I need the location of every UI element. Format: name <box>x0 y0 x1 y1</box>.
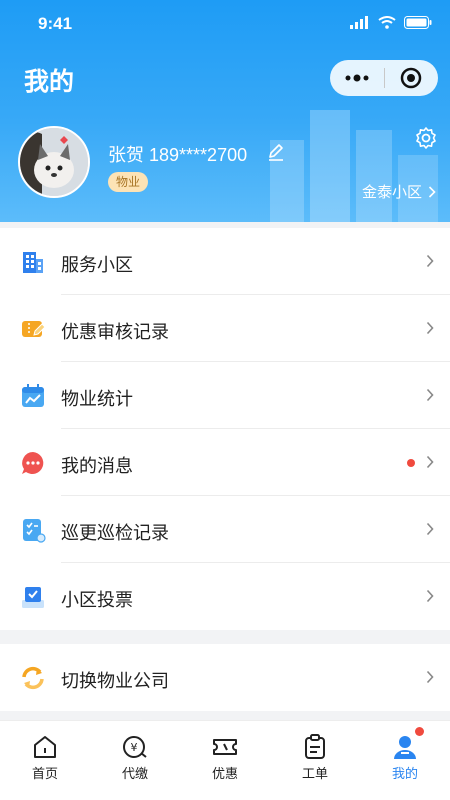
menu-item-property-statistics[interactable]: 物业统计 <box>0 362 450 429</box>
menu-item-discount-review[interactable]: 优惠审核记录 <box>0 295 450 362</box>
tab-label: 工单 <box>301 766 328 781</box>
chevron-right-icon <box>426 455 434 469</box>
calendar-chart-icon <box>22 384 44 407</box>
clipboard-icon <box>305 734 325 759</box>
tab-label: 代缴 <box>121 766 148 781</box>
switch-icon <box>22 666 44 690</box>
target-icon <box>401 67 422 89</box>
status-icons <box>350 16 432 29</box>
tab-work-order[interactable]: 工单 <box>270 721 360 800</box>
user-name-phone: 张贺 189****2700 <box>108 145 248 165</box>
chevron-right-icon <box>426 522 434 536</box>
menu-item-label: 我的消息 <box>61 456 133 476</box>
community-name: 金泰小区 <box>361 184 422 201</box>
chevron-right-icon <box>426 589 434 603</box>
unread-dot <box>407 459 415 467</box>
ticket-icon <box>213 739 237 755</box>
status-time: 9:41 <box>38 14 73 33</box>
role-badge: 物业 <box>108 172 149 192</box>
chevron-right-icon <box>426 321 434 335</box>
tab-discount[interactable]: 优惠 <box>180 721 270 800</box>
tab-badge-dot <box>415 727 424 736</box>
message-icon <box>22 452 44 474</box>
home-icon <box>34 736 56 758</box>
tab-home[interactable]: 首页 <box>0 721 90 800</box>
menu-item-community-vote[interactable]: 小区投票 <box>0 563 450 630</box>
menu-item-service-community[interactable]: 服务小区 <box>0 228 450 295</box>
tab-label: 优惠 <box>211 766 238 781</box>
gear-icon <box>416 127 436 149</box>
menu-item-patrol-records[interactable]: 巡更巡检记录 <box>0 496 450 563</box>
menu-item-label: 巡更巡检记录 <box>61 523 169 543</box>
menu-item-label: 小区投票 <box>61 590 133 610</box>
payment-icon: ¥ <box>123 736 147 758</box>
buildings-illustration <box>270 110 438 222</box>
wifi-icon <box>378 16 396 29</box>
miniprogram-capsule <box>330 60 438 96</box>
menu-list: 服务小区 优惠审核记录 物业统计 我的消息 巡更巡检记录 小区投票 <box>0 228 450 630</box>
tab-profile[interactable]: 我的 <box>360 721 450 800</box>
building-icon <box>23 252 43 273</box>
tab-label: 我的 <box>391 766 418 781</box>
menu-item-label: 切换物业公司 <box>61 671 169 691</box>
more-dots-icon <box>345 74 369 82</box>
svg-text:¥: ¥ <box>131 741 138 754</box>
menu-item-my-messages[interactable]: 我的消息 <box>0 429 450 496</box>
menu-item-label: 优惠审核记录 <box>61 322 169 342</box>
more-button[interactable] <box>330 60 384 96</box>
vote-icon <box>22 587 44 608</box>
avatar-image <box>20 128 88 196</box>
switch-company-section: 切换物业公司 <box>0 644 450 711</box>
bottom-tab-bar: 首页 ¥ 代缴 优惠 工单 我的 <box>0 720 450 800</box>
tab-label: 首页 <box>31 766 58 781</box>
chevron-right-icon <box>426 670 434 684</box>
coupon-edit-icon <box>22 321 46 337</box>
checklist-icon <box>23 519 46 543</box>
chevron-right-icon <box>426 254 434 268</box>
community-selector[interactable]: 金泰小区 <box>362 181 436 202</box>
avatar[interactable] <box>18 126 90 198</box>
edit-profile-icon[interactable] <box>266 142 286 167</box>
signal-icon <box>350 16 368 29</box>
tab-payment[interactable]: ¥ 代缴 <box>90 721 180 800</box>
close-miniprogram-button[interactable] <box>385 60 439 96</box>
profile-header: 9:41 我的 张贺 189****2700 物业 金泰小区 <box>0 0 450 222</box>
menu-item-label: 服务小区 <box>61 255 133 275</box>
menu-item-switch-company[interactable]: 切换物业公司 <box>0 644 450 711</box>
settings-button[interactable] <box>414 126 438 155</box>
battery-icon <box>404 16 432 29</box>
menu-item-label: 物业统计 <box>61 389 133 409</box>
profile-icon <box>394 736 416 759</box>
page-title: 我的 <box>24 68 75 96</box>
chevron-right-icon <box>426 388 434 402</box>
chevron-right-icon <box>428 185 436 198</box>
